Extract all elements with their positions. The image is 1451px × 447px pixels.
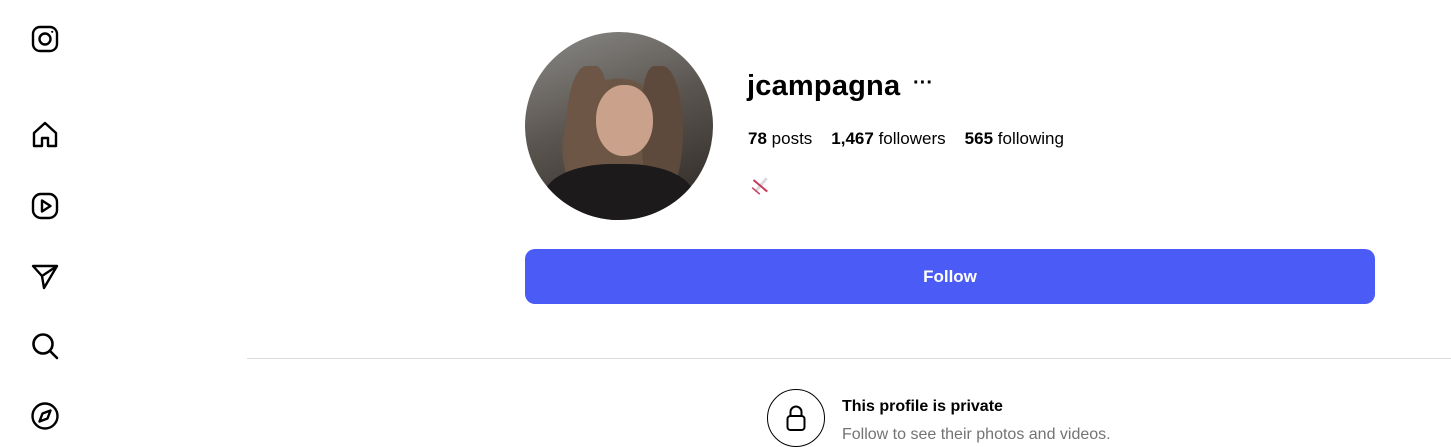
followers-stat[interactable]: 1,467 followers xyxy=(831,129,945,149)
home-icon[interactable] xyxy=(28,118,62,152)
explore-icon[interactable] xyxy=(28,399,62,433)
avatar-shirt xyxy=(543,163,695,220)
more-options-button[interactable]: ··· xyxy=(913,72,933,95)
following-label: following xyxy=(997,129,1064,148)
posts-label: posts xyxy=(771,129,813,148)
sidebar-nav xyxy=(0,0,90,447)
private-profile-title: This profile is private xyxy=(842,398,1003,415)
airplane-emoji-icon xyxy=(750,174,772,196)
following-count: 565 xyxy=(964,129,994,148)
instagram-logo-icon[interactable] xyxy=(28,22,62,56)
posts-count: 78 xyxy=(748,129,767,148)
messages-icon[interactable] xyxy=(28,259,62,293)
avatar-face xyxy=(596,84,653,157)
follow-button[interactable]: Follow xyxy=(525,249,1375,304)
search-icon[interactable] xyxy=(28,329,62,363)
private-profile-subtitle: Follow to see their photos and videos. xyxy=(842,426,1111,443)
reels-icon[interactable] xyxy=(28,189,62,223)
following-stat[interactable]: 565 following xyxy=(965,129,1064,149)
profile-stats: 78 posts 1,467 followers 565 following xyxy=(748,129,1064,149)
lock-icon xyxy=(767,389,825,447)
profile-username: jcampagna xyxy=(747,70,901,102)
posts-stat: 78 posts xyxy=(748,129,812,149)
followers-label: followers xyxy=(878,129,946,148)
section-divider xyxy=(247,358,1451,359)
followers-count: 1,467 xyxy=(831,129,874,148)
profile-avatar[interactable] xyxy=(525,32,713,220)
